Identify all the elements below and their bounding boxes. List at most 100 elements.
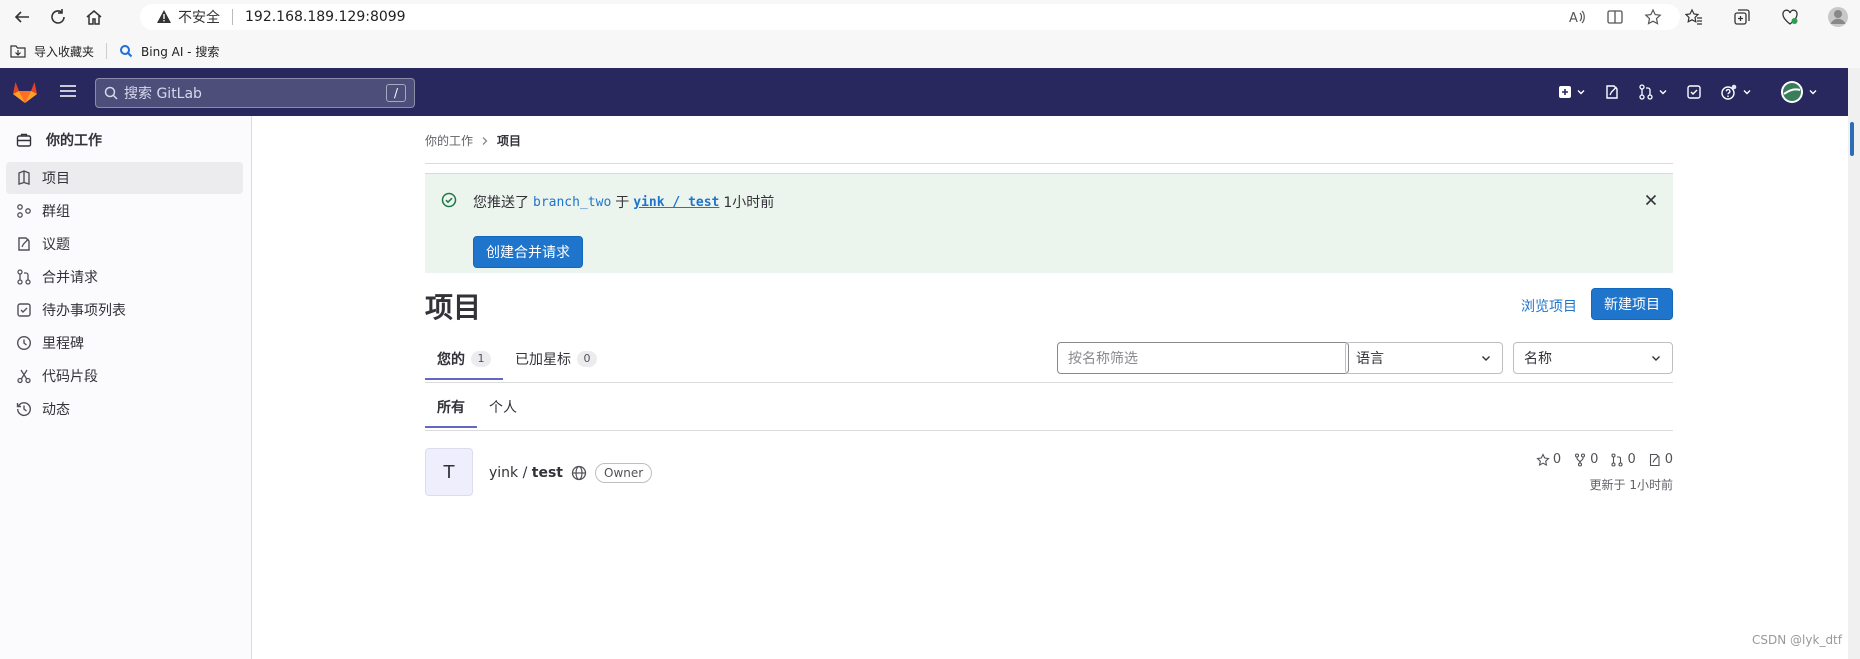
bookmark-bing[interactable]: Bing AI - 搜索 — [119, 43, 219, 60]
collections-button[interactable] — [1730, 5, 1754, 29]
favorite-star-icon[interactable] — [1644, 8, 1662, 26]
breadcrumb-current[interactable]: 项目 — [497, 132, 521, 149]
close-icon — [1645, 194, 1657, 206]
sidebar-item-snippets[interactable]: 代码片段 — [6, 360, 243, 392]
gitlab-logo[interactable] — [12, 80, 38, 104]
push-alert: 您推送了 branch_two 于 yink / test 1小时前 创建合并请… — [425, 173, 1673, 273]
sidebar-item-todos[interactable]: 待办事项列表 — [6, 294, 243, 326]
profile-button[interactable] — [1826, 5, 1850, 29]
project-link[interactable]: yink / test — [489, 465, 563, 481]
merge-requests-count[interactable]: 0 — [1610, 452, 1636, 467]
new-project-button[interactable]: 新建项目 — [1591, 288, 1673, 320]
home-button[interactable] — [80, 5, 108, 29]
name-filter-input[interactable]: 按名称筛选 — [1057, 342, 1349, 374]
warning-icon — [157, 10, 171, 23]
help-dropdown[interactable] — [1720, 84, 1752, 100]
tab-personal[interactable]: 个人 — [477, 388, 529, 428]
svg-text:A: A — [1569, 11, 1578, 26]
explore-projects-link[interactable]: 浏览项目 — [1521, 296, 1577, 316]
chevron-right-icon — [482, 136, 488, 145]
chevron-down-icon — [1659, 90, 1667, 95]
search-input[interactable]: 搜索 GitLab / — [95, 78, 415, 108]
project-namespace: yink / — [489, 465, 532, 481]
alert-message: 您推送了 branch_two 于 yink / test 1小时前 — [473, 192, 774, 212]
back-button[interactable] — [8, 5, 36, 29]
alert-project-link[interactable]: yink / test — [633, 195, 719, 210]
refresh-button[interactable] — [44, 5, 72, 29]
stars-count[interactable]: 0 — [1536, 452, 1561, 467]
read-aloud-icon[interactable]: A — [1568, 8, 1586, 26]
chevron-down-icon — [1809, 90, 1817, 95]
breadcrumb-parent-link[interactable]: 你的工作 — [425, 132, 473, 149]
user-menu-dropdown[interactable] — [1780, 80, 1818, 104]
chevron-down-icon — [1577, 90, 1585, 95]
scrollbar-thumb[interactable] — [1850, 122, 1854, 156]
create-new-dropdown[interactable] — [1558, 85, 1586, 99]
search-icon — [104, 86, 118, 100]
tab-all[interactable]: 所有 — [425, 388, 477, 428]
project-title: yink / test Owner — [489, 463, 653, 483]
tab-label: 您的 — [437, 352, 465, 368]
globe-icon — [571, 465, 587, 481]
issues-header-button[interactable] — [1604, 84, 1620, 100]
todos-header-button[interactable] — [1686, 84, 1702, 100]
sidebar-item-milestones[interactable]: 里程碑 — [6, 327, 243, 359]
alert-close-button[interactable] — [1643, 192, 1659, 208]
todo-check-icon — [1687, 85, 1701, 99]
language-select[interactable]: 语言 — [1345, 342, 1503, 374]
tab-starred[interactable]: 已加星标 0 — [503, 340, 609, 380]
sidebar-item-label: 里程碑 — [42, 336, 84, 352]
project-scope-tabs: 您的 1 已加星标 0 — [425, 340, 609, 380]
issues-count[interactable]: 0 — [1648, 452, 1673, 467]
sort-select[interactable]: 名称 — [1513, 342, 1673, 374]
plus-square-icon — [1559, 86, 1571, 98]
alert-middle: 于 — [615, 195, 630, 211]
count-badge: 0 — [577, 351, 597, 367]
sidebar-item-groups[interactable]: 群组 — [6, 195, 243, 227]
merge-requests-dropdown[interactable] — [1638, 84, 1668, 100]
chevron-down-icon — [1482, 356, 1490, 361]
sidebar-item-merge-requests[interactable]: 合并请求 — [6, 261, 243, 293]
user-avatar-icon — [1781, 81, 1803, 103]
address-bar[interactable]: 不安全 192.168.189.129:8099 A — [140, 4, 1680, 30]
sidebar-item-projects[interactable]: 项目 — [6, 162, 243, 194]
sidebar-item-label: 待办事项列表 — [42, 303, 126, 319]
issues-value: 0 — [1664, 452, 1673, 467]
tabs-divider — [425, 430, 1673, 431]
check-circle-icon — [441, 192, 457, 208]
chevron-down-icon — [1652, 356, 1660, 361]
issues-icon — [16, 236, 32, 252]
tab-yours[interactable]: 您的 1 — [425, 340, 503, 380]
reader-view-icon[interactable] — [1606, 8, 1624, 26]
sidebar-nav: 项目 群组 议题 合并请求 待办事项列表 里程碑 代码片段 动态 — [6, 162, 243, 426]
sort-select-value: 名称 — [1524, 351, 1552, 367]
star-icon — [1536, 452, 1550, 466]
issues-icon — [1649, 453, 1660, 466]
breadcrumb-divider — [425, 163, 1673, 164]
create-merge-request-button[interactable]: 创建合并请求 — [473, 236, 583, 268]
bookmarks-bar: 导入收藏夹 Bing AI - 搜索 — [0, 34, 1860, 68]
bookmark-import[interactable]: 导入收藏夹 — [10, 43, 94, 60]
favorites-icon — [1685, 8, 1702, 25]
sidebar-item-label: 群组 — [42, 204, 70, 220]
sidebar-item-label: 动态 — [42, 402, 70, 418]
count-badge: 1 — [471, 351, 491, 367]
browser-actions — [1682, 5, 1850, 29]
sidebar-title: 你的工作 — [16, 130, 102, 150]
health-button[interactable] — [1778, 5, 1802, 29]
project-name: test — [531, 465, 563, 481]
scrollbar-track[interactable] — [1848, 68, 1860, 659]
sidebar-item-issues[interactable]: 议题 — [6, 228, 243, 260]
tabs-divider — [425, 382, 1673, 383]
home-icon — [86, 10, 102, 25]
forks-count[interactable]: 0 — [1573, 452, 1598, 467]
main-menu-button[interactable] — [59, 82, 79, 102]
sidebar: 你的工作 项目 群组 议题 合并请求 待办事项列表 里程碑 代码片段 动态 — [0, 116, 252, 659]
activity-icon — [16, 401, 32, 417]
sidebar-item-activity[interactable]: 动态 — [6, 393, 243, 425]
collections-icon — [1734, 9, 1750, 25]
favorites-button[interactable] — [1682, 5, 1706, 29]
project-avatar[interactable]: T — [425, 448, 473, 496]
project-updated: 更新于 1小时前 — [1589, 478, 1673, 492]
merge-requests-value: 0 — [1627, 452, 1636, 467]
